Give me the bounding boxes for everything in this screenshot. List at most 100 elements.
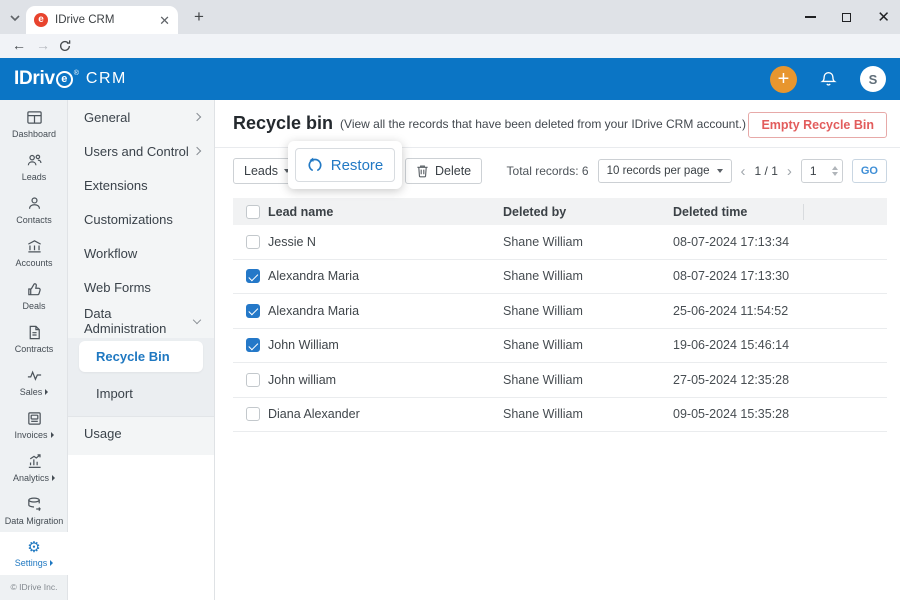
- table-row[interactable]: Alexandra Maria Shane William 08-07-2024…: [233, 260, 887, 295]
- table-row[interactable]: John william Shane William 27-05-2024 12…: [233, 363, 887, 398]
- cell-deleted-time: 09-05-2024 15:35:28: [673, 407, 803, 421]
- cell-deleted-by: Shane William: [503, 373, 673, 387]
- sidebar-item-label: Leads: [22, 172, 47, 182]
- logo-e-icon: e: [56, 71, 73, 88]
- browser-window: e IDrive CRM ✕ + ✕ ← → design.devidrivec…: [0, 0, 900, 600]
- tab-title: IDrive CRM: [55, 14, 155, 26]
- menu-item-label: Customizations: [84, 212, 173, 227]
- sales-icon: [26, 367, 43, 384]
- sidebar-item-accounts[interactable]: Accounts: [0, 231, 68, 274]
- menu-item-label: Recycle Bin: [96, 349, 170, 364]
- delete-button[interactable]: Delete: [405, 158, 482, 184]
- cell-deleted-by: Shane William: [503, 407, 673, 421]
- sidebar-item-contacts[interactable]: Contacts: [0, 188, 68, 231]
- menu-item-customizations[interactable]: Customizations: [68, 202, 214, 236]
- sidebar-item-contracts[interactable]: Contracts: [0, 317, 68, 360]
- table-row[interactable]: Alexandra Maria Shane William 25-06-2024…: [233, 294, 887, 329]
- menu-item-label: Users and Control: [84, 144, 189, 159]
- cell-deleted-time: 19-06-2024 15:46:14: [673, 338, 803, 352]
- per-page-label: 10 records per page: [607, 165, 710, 177]
- restore-button[interactable]: Restore: [295, 148, 395, 182]
- sidebar-item-label: Settings: [15, 558, 54, 568]
- chevron-down-icon: [193, 315, 201, 323]
- analytics-icon: [26, 453, 43, 470]
- table-header-row: Lead name Deleted by Deleted time: [233, 198, 887, 225]
- cell-lead-name: John william: [268, 373, 503, 387]
- header-column-divider: [803, 204, 804, 220]
- menu-item-recycle-bin[interactable]: Recycle Bin: [79, 341, 203, 372]
- table-row[interactable]: John William Shane William 19-06-2024 15…: [233, 329, 887, 364]
- window-minimize-icon[interactable]: [805, 16, 816, 17]
- menu-item-general[interactable]: General: [68, 100, 214, 134]
- menu-item-usage[interactable]: Usage: [68, 416, 214, 450]
- deals-icon: [26, 281, 43, 298]
- menu-item-label: Import: [96, 386, 133, 401]
- recycle-bin-page: Recycle bin (View all the records that h…: [215, 100, 900, 600]
- contacts-icon: [26, 195, 43, 212]
- menu-item-extensions[interactable]: Extensions: [68, 168, 214, 202]
- row-checkbox[interactable]: [246, 407, 260, 421]
- tab-search-chevron-icon[interactable]: [8, 11, 22, 25]
- sidebar-item-label: Data Migration: [5, 516, 64, 526]
- menu-item-users-and-control[interactable]: Users and Control: [68, 134, 214, 168]
- quick-add-button[interactable]: +: [770, 66, 797, 93]
- page-indicator: 1 / 1: [755, 164, 778, 178]
- cell-deleted-time: 25-06-2024 11:54:52: [673, 304, 803, 318]
- sidebar-item-label: Contacts: [16, 215, 52, 225]
- forward-icon[interactable]: →: [34, 37, 52, 53]
- menu-item-label: Extensions: [84, 178, 148, 193]
- table-row[interactable]: Diana Alexander Shane William 09-05-2024…: [233, 398, 887, 433]
- row-checkbox[interactable]: [246, 373, 260, 387]
- sidebar-item-deals[interactable]: Deals: [0, 274, 68, 317]
- row-checkbox[interactable]: [246, 338, 260, 352]
- menu-item-workflow[interactable]: Workflow: [68, 236, 214, 270]
- page-heading: Recycle bin (View all the records that h…: [233, 113, 767, 134]
- window-maximize-icon[interactable]: [842, 13, 851, 22]
- menu-item-label: Data Administration: [84, 306, 194, 336]
- pagination-bar: Total records: 6 10 records per page ‹ 1…: [507, 159, 887, 183]
- submenu-arrow-icon: [52, 475, 55, 481]
- page-number-input[interactable]: [810, 164, 828, 178]
- notifications-bell-icon[interactable]: [819, 70, 838, 89]
- table-row[interactable]: Jessie N Shane William 08-07-2024 17:13:…: [233, 225, 887, 260]
- sidebar-item-label: Deals: [22, 301, 45, 311]
- prev-page-icon[interactable]: ‹: [741, 164, 746, 179]
- logo-crm-text: CRM: [86, 70, 127, 88]
- spinner-up-icon[interactable]: [832, 166, 838, 170]
- records-per-page-dropdown[interactable]: 10 records per page: [598, 159, 732, 183]
- row-checkbox[interactable]: [246, 304, 260, 318]
- cell-lead-name: John William: [268, 338, 503, 352]
- back-icon[interactable]: ←: [10, 37, 28, 53]
- reload-icon[interactable]: [58, 39, 76, 53]
- page-title: Recycle bin: [233, 113, 333, 134]
- sidebar-item-invoices[interactable]: Invoices: [0, 403, 68, 446]
- delete-label: Delete: [435, 164, 471, 178]
- sidebar-item-sales[interactable]: Sales: [0, 360, 68, 403]
- sidebar-item-data-migration[interactable]: Data Migration: [0, 489, 68, 532]
- new-tab-button[interactable]: +: [190, 8, 208, 26]
- submenu-arrow-icon: [50, 560, 53, 566]
- empty-recycle-bin-button[interactable]: Empty Recycle Bin: [748, 112, 887, 138]
- menu-item-data-administration[interactable]: Data Administration: [68, 304, 214, 338]
- row-checkbox[interactable]: [246, 269, 260, 283]
- sidebar-item-dashboard[interactable]: Dashboard: [0, 102, 68, 145]
- restore-label: Restore: [331, 157, 384, 174]
- menu-item-import[interactable]: Import: [68, 376, 214, 410]
- menu-item-web-forms[interactable]: Web Forms: [68, 270, 214, 304]
- tab-close-icon[interactable]: ✕: [159, 14, 170, 27]
- page-input-spinners[interactable]: [832, 166, 838, 176]
- user-avatar[interactable]: S: [860, 66, 886, 92]
- browser-tab[interactable]: e IDrive CRM ✕: [26, 6, 178, 34]
- recycle-bin-table: Lead name Deleted by Deleted time Jessie…: [233, 198, 887, 432]
- next-page-icon[interactable]: ›: [787, 164, 792, 179]
- sidebar-item-analytics[interactable]: Analytics: [0, 446, 68, 489]
- sidebar-item-leads[interactable]: Leads: [0, 145, 68, 188]
- select-all-checkbox[interactable]: [246, 205, 260, 219]
- sidebar-item-settings[interactable]: ⚙ Settings: [0, 532, 68, 575]
- spinner-down-icon[interactable]: [832, 172, 838, 176]
- go-button[interactable]: GO: [852, 159, 887, 183]
- row-checkbox[interactable]: [246, 235, 260, 249]
- settings-menu-panel: General Users and Control Extensions Cus…: [68, 100, 215, 600]
- window-close-icon[interactable]: ✕: [877, 10, 890, 25]
- cell-deleted-time: 27-05-2024 12:35:28: [673, 373, 803, 387]
